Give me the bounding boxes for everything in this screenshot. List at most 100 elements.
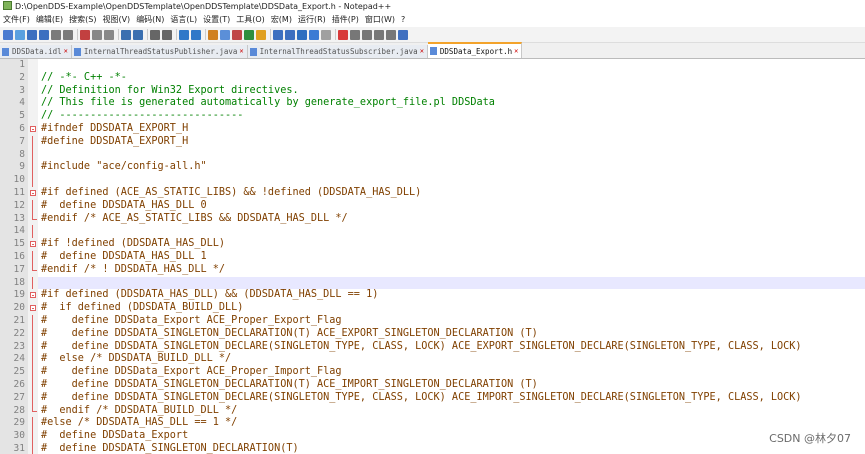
fold-margin: [28, 366, 38, 379]
toolbar-button-icon[interactable]: [15, 29, 25, 40]
code-line[interactable]: 2 // -*- C++ -*-: [0, 71, 865, 85]
tab-0[interactable]: DDSData.idl ✕: [0, 45, 72, 58]
fold-margin: [28, 430, 38, 443]
menu-item-6[interactable]: 设置(T): [200, 13, 233, 27]
code-line[interactable]: 29 #else /* DDSDATA_HAS_DLL == 1 */: [0, 417, 865, 431]
menu-item-0[interactable]: 文件(F): [0, 13, 33, 27]
code-line[interactable]: 28 # endif /* DDSDATA_BUILD_DLL */: [0, 404, 865, 418]
toolbar-button-icon[interactable]: [133, 29, 143, 40]
menu-item-2[interactable]: 搜索(S): [66, 13, 99, 27]
toolbar-button-icon[interactable]: [80, 29, 90, 40]
code-line[interactable]: 6 #ifndef DDSDATA_EXPORT_H: [0, 123, 865, 136]
code-line[interactable]: 9 #include "ace/config-all.h": [0, 161, 865, 175]
menu-item-12[interactable]: ?: [398, 13, 408, 27]
menu-item-9[interactable]: 运行(R): [295, 13, 329, 27]
code-line[interactable]: 15 #if !defined (DDSDATA_HAS_DLL): [0, 238, 865, 251]
toolbar-button-icon[interactable]: [191, 29, 201, 40]
code-line[interactable]: 8: [0, 148, 865, 162]
code-line[interactable]: 25 # define DDSData_Export ACE_Proper_Imp…: [0, 366, 865, 379]
toolbar-button-icon[interactable]: [208, 29, 218, 40]
code-line[interactable]: 23 # define DDSDATA_SINGLETON_DECLARE(SIN…: [0, 340, 865, 354]
toolbar-button-icon[interactable]: [285, 29, 295, 40]
title-bar: D:\OpenDDS-Example\OpenDDSTemplate\OpenD…: [0, 0, 865, 13]
toolbar-button-icon[interactable]: [386, 29, 396, 40]
tab-3[interactable]: DDSData_Export.h ✕: [427, 42, 523, 58]
toolbar-button-icon[interactable]: [309, 29, 319, 40]
toolbar-button-icon[interactable]: [273, 29, 283, 40]
menu-item-4[interactable]: 编码(N): [133, 13, 167, 27]
fold-toggle-icon[interactable]: [30, 292, 36, 299]
tab-2[interactable]: InternalThreadStatusSubscriber.java ✕: [247, 45, 428, 58]
menu-item-7[interactable]: 工具(O): [233, 13, 268, 27]
fold-toggle-icon[interactable]: [30, 305, 36, 312]
line-number: 27: [0, 391, 28, 405]
fold-toggle-icon[interactable]: [30, 126, 36, 132]
code-editor[interactable]: 1 2 // -*- C++ -*- 3 // Definition for Win32…: [0, 59, 865, 454]
code-line[interactable]: 16 # define DDSDATA_HAS_DLL 1: [0, 251, 865, 264]
fold-margin: [28, 161, 38, 175]
code-line[interactable]: 14: [0, 225, 865, 239]
code-line[interactable]: 22 # define DDSDATA_SINGLETON_DECLARATION…: [0, 327, 865, 341]
toolbar-button-icon[interactable]: [232, 29, 242, 40]
toolbar-button-icon[interactable]: [398, 29, 408, 40]
menu-item-5[interactable]: 语言(L): [167, 13, 200, 27]
menu-item-1[interactable]: 编辑(E): [33, 13, 66, 27]
toolbar-button-icon[interactable]: [350, 29, 360, 40]
code-line[interactable]: 3 // Definition for Win32 Export directiv…: [0, 84, 865, 98]
toolbar-button-icon[interactable]: [27, 29, 37, 40]
close-tab-icon[interactable]: ✕: [514, 45, 518, 58]
toolbar-button-icon[interactable]: [179, 29, 189, 40]
toolbar-button-icon[interactable]: [244, 29, 254, 40]
toolbar-button-icon[interactable]: [338, 29, 348, 40]
menu-item-11[interactable]: 窗口(W): [362, 13, 398, 27]
toolbar-button-icon[interactable]: [63, 29, 73, 40]
toolbar-button-icon[interactable]: [321, 29, 331, 40]
code-line[interactable]: 13 #endif /* ACE_AS_STATIC_LIBS && DDSDAT…: [0, 212, 865, 226]
code-line[interactable]: 5 // ------------------------------: [0, 110, 865, 123]
code-line[interactable]: 18: [0, 276, 865, 290]
fold-margin: [28, 212, 38, 226]
fold-line: [32, 353, 33, 367]
code-line[interactable]: 11 #if defined (ACE_AS_STATIC_LIBS) && !d…: [0, 187, 865, 200]
code-line[interactable]: 27 # define DDSDATA_SINGLETON_DECLARE(SIN…: [0, 391, 865, 405]
toolbar-button-icon[interactable]: [3, 29, 13, 40]
toolbar-button-icon[interactable]: [104, 29, 114, 40]
code-line[interactable]: 4 // This file is generated automatically…: [0, 97, 865, 111]
code-line[interactable]: 10: [0, 174, 865, 187]
toolbar-button-icon[interactable]: [51, 29, 61, 40]
toolbar-button-icon[interactable]: [362, 29, 372, 40]
code-line[interactable]: 12 # define DDSDATA_HAS_DLL 0: [0, 199, 865, 213]
toolbar-button-icon[interactable]: [150, 29, 160, 40]
code-line[interactable]: 20 # if defined (DDSDATA_BUILD_DLL): [0, 302, 865, 315]
code-line[interactable]: 17 #endif /* ! DDSDATA_HAS_DLL */: [0, 263, 865, 277]
close-tab-icon[interactable]: ✕: [239, 45, 243, 58]
menu-item-10[interactable]: 插件(P): [329, 13, 362, 27]
code-line[interactable]: 7 #define DDSDATA_EXPORT_H: [0, 135, 865, 149]
toolbar-button-icon[interactable]: [121, 29, 131, 40]
line-number: 5: [0, 110, 28, 123]
line-number: 14: [0, 225, 28, 239]
code-line[interactable]: 1: [0, 59, 865, 72]
fold-toggle-icon[interactable]: [30, 241, 36, 248]
code-line[interactable]: 19 #if defined (DDSDATA_HAS_DLL) && (DDSD…: [0, 289, 865, 303]
code-line[interactable]: 30 # define DDSData_Export: [0, 430, 865, 443]
toolbar-button-icon[interactable]: [220, 29, 230, 40]
toolbar-button-icon[interactable]: [374, 29, 384, 40]
code-line[interactable]: 26 # define DDSDATA_SINGLETON_DECLARATION…: [0, 379, 865, 392]
toolbar-button-icon[interactable]: [162, 29, 172, 40]
close-tab-icon[interactable]: ✕: [64, 45, 68, 58]
tab-1[interactable]: InternalThreadStatusPublisher.java ✕: [71, 45, 248, 58]
toolbar-button-icon[interactable]: [297, 29, 307, 40]
code-text: # define DDSDATA_SINGLETON_DECLARE(SINGL…: [41, 391, 802, 403]
menu-item-3[interactable]: 视图(V): [99, 13, 133, 27]
toolbar-button-icon[interactable]: [39, 29, 49, 40]
code-line[interactable]: 21 # define DDSData_Export ACE_Proper_Exp…: [0, 315, 865, 328]
code-line[interactable]: 31 # define DDSDATA_SINGLETON_DECLARATION…: [0, 443, 865, 454]
code-line[interactable]: 24 # else /* DDSDATA_BUILD_DLL */: [0, 353, 865, 367]
line-number: 23: [0, 340, 28, 354]
close-tab-icon[interactable]: ✕: [420, 45, 424, 58]
toolbar-button-icon[interactable]: [256, 29, 266, 40]
toolbar-button-icon[interactable]: [92, 29, 102, 40]
fold-toggle-icon[interactable]: [30, 190, 36, 196]
menu-item-8[interactable]: 宏(M): [268, 13, 295, 27]
